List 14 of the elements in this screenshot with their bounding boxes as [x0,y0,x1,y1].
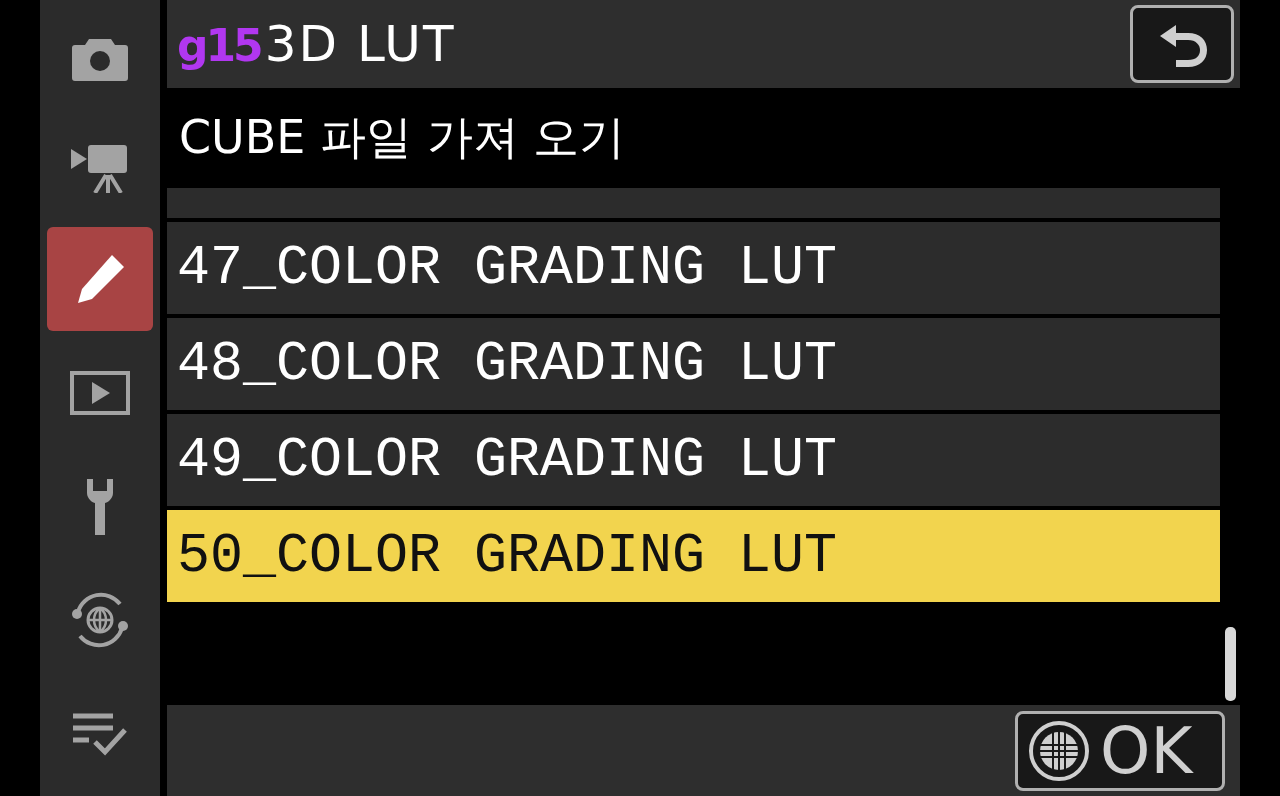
multi-selector-icon [1028,719,1090,782]
checklist-icon [71,712,129,757]
list-row[interactable]: 48_COLOR GRADING LUT [167,318,1220,410]
menu-code: g15 [177,20,261,71]
list-row[interactable]: 49_COLOR GRADING LUT [167,414,1220,506]
list-row[interactable]: 47_COLOR GRADING LUT [167,222,1220,314]
back-button[interactable] [1130,5,1234,83]
sidebar-tab[interactable] [47,227,153,332]
menu-title: 3D LUT [264,15,456,73]
list-row[interactable]: 50_COLOR GRADING LUT [167,510,1220,602]
ok-button[interactable]: OK [1015,710,1225,791]
movie-camera-icon [71,144,129,193]
screen-subtitle: CUBE 파일 가져 오기 [179,109,626,166]
playback-icon [70,371,130,415]
